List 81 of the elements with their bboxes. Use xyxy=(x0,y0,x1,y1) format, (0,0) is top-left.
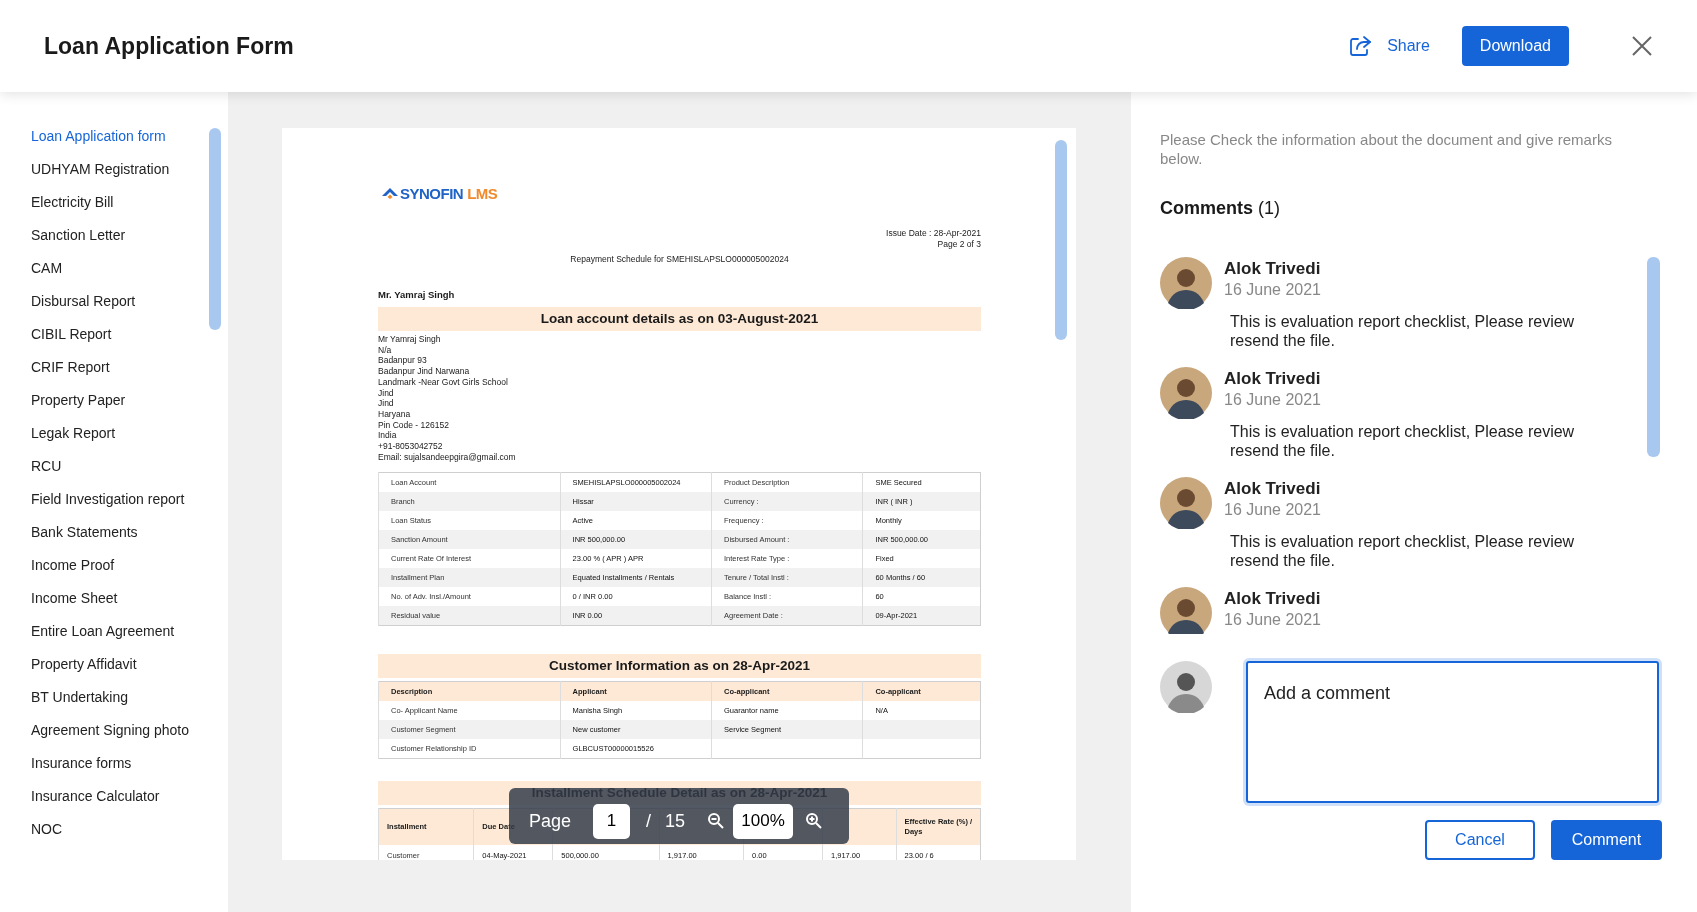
address-line: Haryana xyxy=(378,408,412,420)
scrollbar[interactable] xyxy=(1055,140,1067,340)
comments-heading: Comments xyxy=(1160,198,1253,218)
sidebar-item[interactable]: RCU xyxy=(31,458,228,491)
address-line: Mr Yamraj Singh xyxy=(378,334,442,345)
cancel-button[interactable]: Cancel xyxy=(1425,820,1535,860)
sidebar-item[interactable]: Income Proof xyxy=(31,557,228,590)
comment-author: Alok Trivedi xyxy=(1224,479,1322,499)
address-line: India xyxy=(378,430,398,442)
share-icon xyxy=(1349,35,1374,57)
house-icon xyxy=(382,188,398,199)
sidebar-item[interactable]: Electricity Bill xyxy=(31,194,228,227)
comment-date: 16 June 2021 xyxy=(1224,391,1322,409)
close-icon xyxy=(1631,35,1653,57)
sidebar-item[interactable]: Income Sheet xyxy=(31,590,228,623)
sidebar-item[interactable]: BT Undertaking xyxy=(31,689,228,722)
sidebar-item[interactable]: CRIF Report xyxy=(31,359,228,392)
sidebar-item[interactable]: Legak Report xyxy=(31,425,228,458)
page-title: Loan Application Form xyxy=(44,32,294,60)
address-line: Email: sujalsandeepgira@gmail.com xyxy=(378,451,517,463)
address-line: Badanpur Jind Narwana xyxy=(378,366,471,377)
section-heading: Loan account details as on 03-August-2021 xyxy=(378,307,981,331)
sidebar-item[interactable]: CIBIL Report xyxy=(31,326,228,359)
page-info: Page 2 of 3 xyxy=(936,238,981,249)
scrollbar[interactable] xyxy=(1647,257,1660,457)
comments-count: (1) xyxy=(1258,198,1281,218)
sidebar-item[interactable]: UDHYAM Registration xyxy=(31,161,228,194)
sidebar-item[interactable]: Disbursal Report xyxy=(31,293,228,326)
sidebar-item[interactable]: Property Paper xyxy=(31,392,228,425)
section-heading: Customer Information as on 28-Apr-2021 xyxy=(378,654,981,679)
zoom-in-button[interactable] xyxy=(805,812,824,830)
scrollbar[interactable] xyxy=(209,128,221,330)
zoom-in-icon xyxy=(805,812,824,830)
brand-logo: SYNOFIN LMS xyxy=(382,185,498,202)
comment-author: Alok Trivedi xyxy=(1224,589,1321,609)
comment-author: Alok Trivedi xyxy=(1224,259,1322,279)
share-button[interactable]: Share xyxy=(1345,31,1434,61)
comment-date: 16 June 2021 xyxy=(1224,611,1321,629)
address-line: Landmark -Near Govt Girls School xyxy=(378,376,509,388)
sidebar-item[interactable]: Entire Loan Agreement xyxy=(31,623,228,656)
zoom-out-icon xyxy=(707,812,726,830)
address-line: Jind xyxy=(378,398,395,409)
comment-text: This is evaluation report checklist, Please review resend the file. xyxy=(1230,422,1576,460)
page-total: 15 xyxy=(665,810,686,832)
close-button[interactable] xyxy=(1631,35,1653,57)
comment-date: 16 June 2021 xyxy=(1224,501,1322,519)
sidebar-item[interactable]: Loan Application form xyxy=(31,128,228,161)
sidebar-item[interactable]: Property Affidavit xyxy=(31,656,228,689)
comment-button[interactable]: Comment xyxy=(1551,820,1662,860)
avatar-icon xyxy=(1160,477,1212,529)
comment-text: This is evaluation report checklist, Please review resend the file. xyxy=(1230,532,1576,570)
address-line: Badanpur 93 xyxy=(378,355,428,367)
avatar-icon xyxy=(1160,257,1212,309)
instructions-text: Please Check the information about the document and give remarks below. xyxy=(1160,130,1613,168)
sidebar-item[interactable]: Insurance forms xyxy=(31,755,228,788)
sidebar-item[interactable]: Insurance Calculator xyxy=(31,788,228,821)
comment-author: Alok Trivedi xyxy=(1224,369,1322,389)
sidebar-item[interactable]: Bank Statements xyxy=(31,524,228,557)
schedule-reference: Repayment Schedule for SMEHISLAPSLO000005002024 xyxy=(569,254,790,264)
issue-date: Issue Date : 28-Apr-2021 xyxy=(885,228,981,239)
avatar-icon xyxy=(1160,367,1212,419)
sidebar-item[interactable]: Agreement Signing photo xyxy=(31,722,228,755)
sidebar-item[interactable]: CAM xyxy=(31,260,228,293)
address-line: N/a xyxy=(378,344,393,356)
zoom-out-button[interactable] xyxy=(707,812,726,830)
comment-text: This is evaluation report checklist, Please review resend the file. xyxy=(1230,312,1576,350)
sidebar-item[interactable]: Sanction Letter xyxy=(31,227,228,260)
page-number-field[interactable]: 1 xyxy=(593,803,631,839)
comment-date: 16 June 2021 xyxy=(1224,281,1322,299)
comment-field[interactable]: Add a comment xyxy=(1246,661,1659,803)
customer-name: Mr. Yamraj Singh xyxy=(378,289,456,300)
sidebar-item[interactable]: Field Investigation report xyxy=(31,491,228,524)
avatar-icon xyxy=(1160,587,1212,634)
download-button[interactable]: Download xyxy=(1461,26,1569,66)
address-line: Pin Code - 126152 xyxy=(378,419,450,431)
address-line: Jind xyxy=(378,387,395,399)
sidebar-item[interactable]: NOC xyxy=(31,821,228,854)
page-separator: / xyxy=(646,810,652,832)
zoom-level-field[interactable]: 100% xyxy=(733,803,794,839)
address-line: +91-8053042752 xyxy=(378,441,444,452)
avatar-icon xyxy=(1160,661,1212,713)
